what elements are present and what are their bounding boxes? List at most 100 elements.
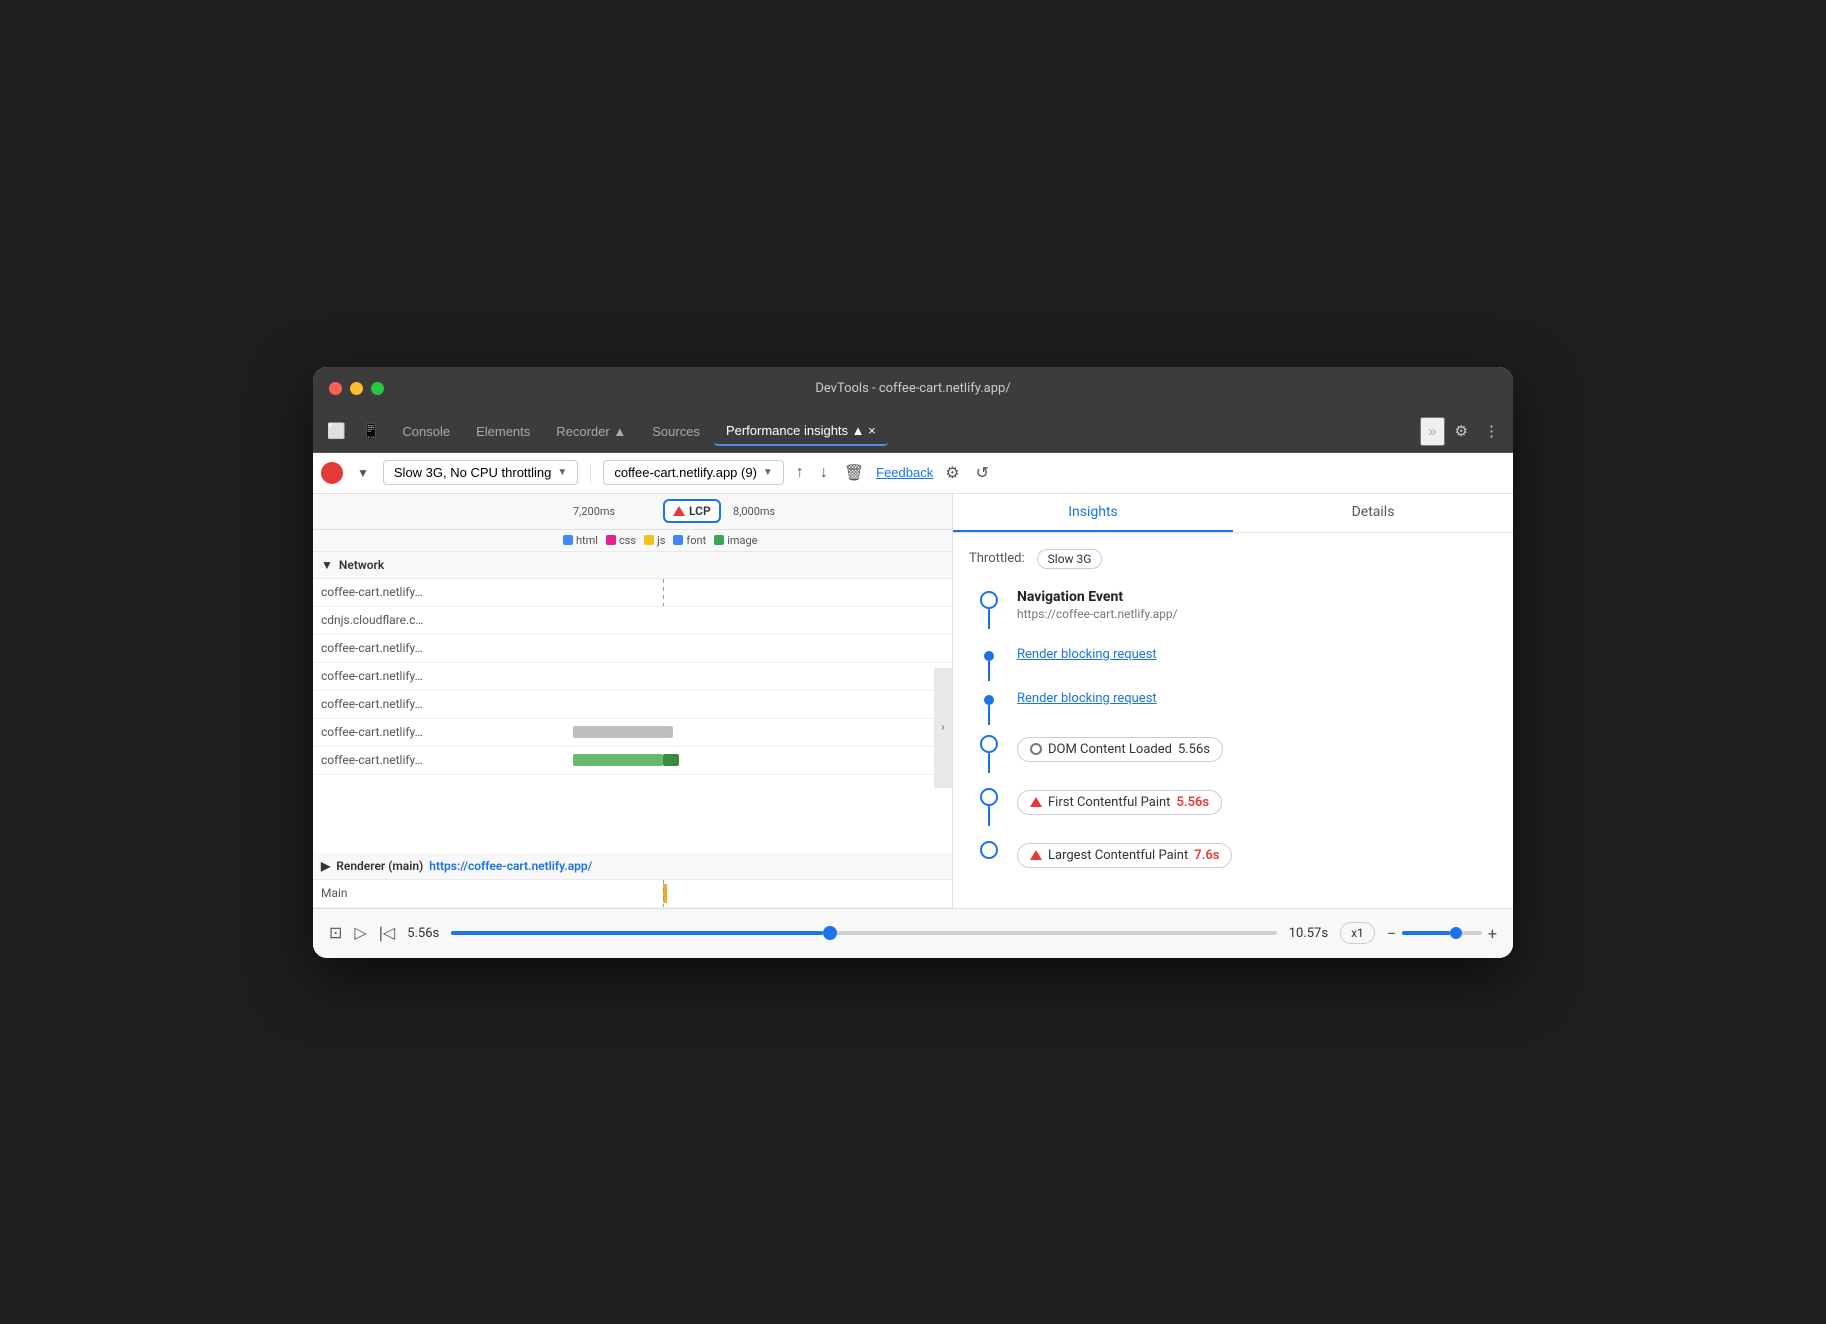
lcp-pill: Largest Contentful Paint 7.6s [1017,843,1232,868]
rb2-vline [988,705,990,725]
network-row-3-bars [553,635,952,662]
nav-event-url: https://coffee-cart.netlify.app/ [1017,607,1497,621]
renderer-collapse-arrow[interactable]: ▶ [321,859,330,873]
device-icon-btn[interactable]: 📱 [356,418,387,444]
nav-event-title: Navigation Event [1017,589,1497,605]
render-block-link-2[interactable]: Render blocking request [1017,691,1497,706]
playback-slider[interactable] [451,931,1276,935]
event-lcp: Largest Contentful Paint 7.6s [969,839,1497,884]
collapse-panel-btn[interactable]: › [934,668,952,788]
upload-icon-btn[interactable]: ↑ [792,460,808,486]
network-row-7[interactable]: coffee-cart.netlify… [313,747,952,775]
fcp-circle [980,788,998,806]
tab-elements[interactable]: Elements [464,418,542,445]
renderer-section-header: ▶ Renderer (main) https://coffee-cart.ne… [313,853,952,880]
record-dropdown-btn[interactable]: ▼ [351,462,375,484]
maximize-button[interactable] [371,382,384,395]
skip-start-icon-btn[interactable]: |◁ [379,923,395,943]
network-section-label: Network [339,558,384,572]
more-options-icon-btn[interactable]: ⋮ [1478,418,1505,444]
rb1-dot [984,651,994,661]
network-row-5[interactable]: coffee-cart.netlify… [313,691,952,719]
network-throttle-dropdown[interactable]: Slow 3G, No CPU throttling ▼ [383,460,578,485]
network-collapse-arrow[interactable]: ▼ [321,558,333,572]
devtools-window: DevTools - coffee-cart.netlify.app/ ⬜ 📱 … [313,367,1513,958]
legend-html-dot [563,535,573,545]
delete-icon-btn[interactable]: 🗑 [840,459,868,487]
timeline-events: Navigation Event https://coffee-cart.net… [969,589,1497,892]
network-row-1-bars [553,579,952,606]
tab-console[interactable]: Console [390,418,462,445]
dcl-pill: DOM Content Loaded 5.56s [1017,737,1223,762]
dcl-pill-value: 5.56s [1178,742,1210,757]
close-button[interactable] [329,382,342,395]
feedback-link[interactable]: Feedback [876,465,933,480]
event-nav-content: Navigation Event https://coffee-cart.net… [1009,589,1497,637]
tab-performance-insights[interactable]: Performance insights ▲ × [714,417,888,446]
timeline-header: 7,200ms 8,000ms LCP [313,494,952,530]
fcp-pill: First Contentful Paint 5.56s [1017,790,1222,815]
more-tabs-button[interactable]: » [1420,417,1444,446]
download-icon-btn[interactable]: ↓ [816,460,832,486]
tab-toolbar: ⬜ 📱 Console Elements Recorder ▲ Sources … [313,411,1513,453]
event-dcl-content: DOM Content Loaded 5.56s [1009,733,1497,778]
network-row-2[interactable]: cdnjs.cloudflare.c… [313,607,952,635]
play-icon-btn[interactable]: ▷ [354,923,366,943]
network-row-4-label: coffee-cart.netlify… [313,669,553,683]
network-row-5-bars [553,691,952,718]
minimize-button[interactable] [350,382,363,395]
event-rb1-line [969,645,1009,681]
tab-insights[interactable]: Insights [953,494,1233,532]
network-row-4[interactable]: coffee-cart.netlify… [313,663,952,691]
insights-tabs: Insights Details [953,494,1513,533]
network-rows-container: coffee-cart.netlify… cdnjs.cloudflare.c…… [313,579,952,853]
rb1-vline [988,661,990,681]
legend-css-dot [606,535,616,545]
event-dcl: DOM Content Loaded 5.56s [969,733,1497,778]
network-legend: html css js font [313,530,952,552]
gray-bar [573,726,673,738]
tab-details[interactable]: Details [1233,494,1513,532]
settings-icon-btn[interactable]: ⚙ [1449,418,1474,444]
throttled-label: Throttled: [969,551,1025,566]
network-row-3-label: coffee-cart.netlify… [313,641,553,655]
screenshot-icon-btn[interactable]: ⊡ [329,923,342,943]
dcl-circle [980,735,998,753]
nav-circle [980,591,998,609]
page-dropdown-label: coffee-cart.netlify.app (9) [614,465,757,480]
zoom-plus-icon[interactable]: + [1488,924,1497,943]
fcp-warn-icon [1030,797,1042,807]
network-row-4-bars [553,663,952,690]
event-render-block-1: Render blocking request [969,645,1497,681]
renderer-dashed-line [663,880,664,907]
rb2-dot [984,695,994,705]
lcp-warn-icon [1030,850,1042,860]
lcp-badge: LCP [663,499,721,523]
record-button[interactable] [321,462,343,484]
tab-recorder[interactable]: Recorder ▲ [544,418,638,445]
network-row-6-label: coffee-cart.netlify… [313,725,553,739]
network-row-6[interactable]: coffee-cart.netlify… [313,719,952,747]
network-row-3[interactable]: coffee-cart.netlify… [313,635,952,663]
zoom-minus-icon[interactable]: − [1387,924,1396,943]
legend-js-dot [644,535,654,545]
render-block-link-1[interactable]: Render blocking request [1017,647,1497,662]
legend-font-label: font [686,534,706,547]
tab-sources[interactable]: Sources [640,418,712,445]
network-row-7-bars [553,747,952,774]
cursor-icon-btn[interactable]: ⬜ [321,418,352,444]
event-rb1-content: Render blocking request [1009,645,1497,678]
event-rb2-line [969,689,1009,725]
help-icon-btn[interactable]: ↺ [972,459,993,487]
page-dropdown[interactable]: coffee-cart.netlify.app (9) ▼ [603,460,784,485]
network-row-1[interactable]: coffee-cart.netlify… [313,579,952,607]
renderer-url-link[interactable]: https://coffee-cart.netlify.app/ [429,859,592,873]
settings-perf-icon-btn[interactable]: ⚙ [941,459,963,487]
time-7200: 7,200ms [573,505,615,518]
zoom-slider[interactable]: − + [1387,924,1497,943]
left-panel: 7,200ms 8,000ms LCP html [313,494,953,908]
event-lcp-line [969,839,1009,859]
legend-html-label: html [576,534,598,547]
secondary-toolbar: ▼ Slow 3G, No CPU throttling ▼ coffee-ca… [313,453,1513,494]
window-title: DevTools - coffee-cart.netlify.app/ [815,381,1010,396]
